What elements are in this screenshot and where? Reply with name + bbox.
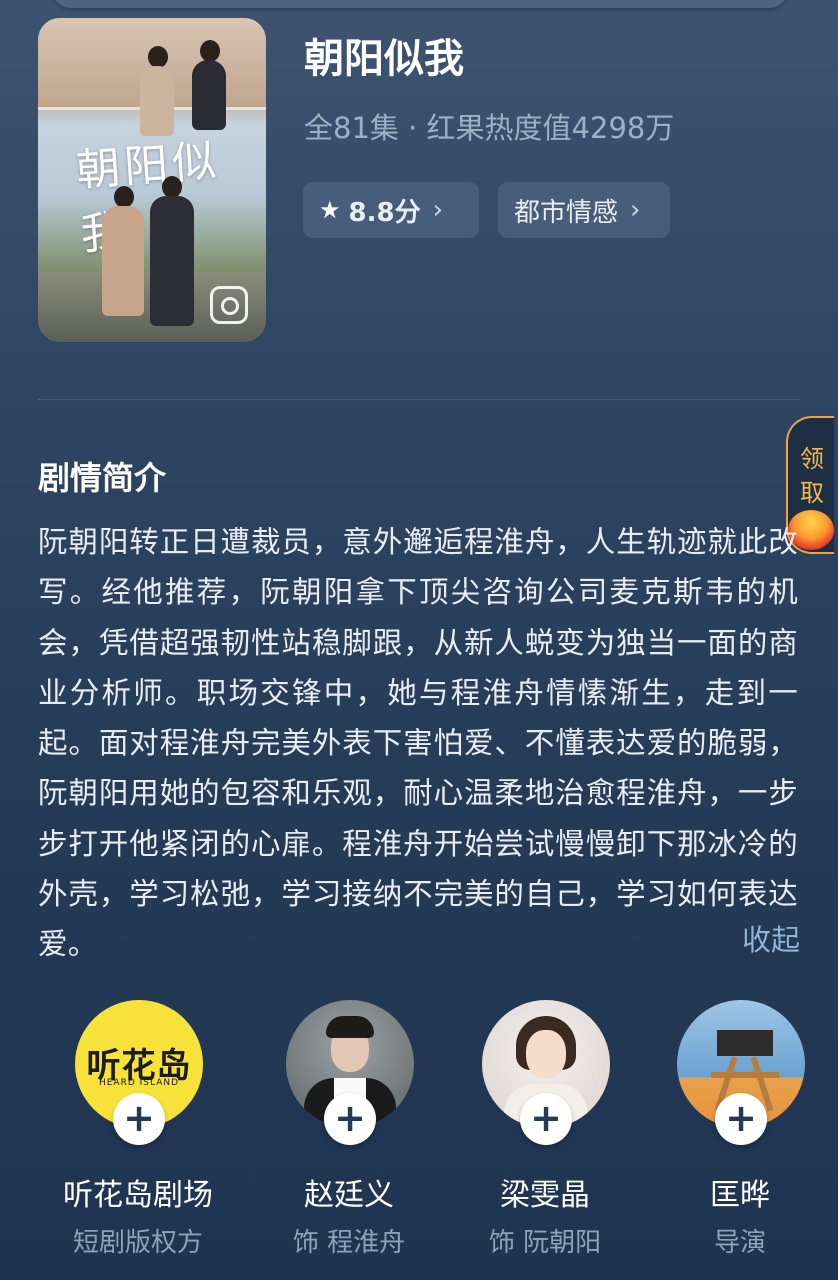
top-sheet-edge — [50, 0, 790, 8]
cast-role: 饰 程淮舟 — [292, 1228, 406, 1258]
plus-icon[interactable]: + — [715, 1093, 767, 1145]
poster-figure — [192, 60, 226, 130]
poster-figure — [102, 206, 144, 316]
genre-label: 都市情感 — [514, 197, 619, 228]
poster-figure-head — [148, 46, 168, 68]
synopsis-text: 阮朝阳转正日遭裁员，意外邂逅程淮舟，人生轨迹就此改写。经他推荐，阮朝阳拿下顶尖咨… — [38, 525, 798, 962]
cast-role: 导演 — [713, 1228, 766, 1258]
drama-meta: 全81集 · 红果热度值4298万 — [304, 111, 675, 145]
rating-chip[interactable]: ★ 8.8分 › — [303, 182, 479, 238]
plus-icon[interactable]: + — [324, 1093, 376, 1145]
poster-figure-head — [200, 40, 220, 62]
chevron-right-icon: › — [630, 195, 641, 225]
avatar-figure — [326, 1016, 374, 1038]
director-chair-art — [717, 1030, 773, 1056]
cast-list: 听花岛 HEARD ISLAND + 听花岛剧场 短剧版权方 + 赵廷义 饰 程… — [0, 1000, 838, 1280]
cast-name: 梁雯晶 — [500, 1178, 590, 1213]
poster-figure-head — [162, 176, 182, 198]
poster-figure — [150, 196, 194, 326]
drama-poster[interactable]: 朝阳似我 — [38, 18, 266, 342]
cast-name: 赵廷义 — [304, 1178, 394, 1213]
plus-icon[interactable]: + — [113, 1093, 165, 1145]
cast-name: 听花岛剧场 — [63, 1178, 213, 1213]
poster-figure — [140, 66, 174, 136]
plus-icon[interactable]: + — [520, 1093, 572, 1145]
cast-name: 匡晔 — [710, 1178, 770, 1213]
collapse-link[interactable]: 收起 — [742, 917, 800, 959]
cast-role: 饰 阮朝阳 — [488, 1228, 602, 1258]
avatar-figure — [526, 1030, 566, 1078]
rating-value: 8.8分 — [348, 197, 421, 228]
genre-chip[interactable]: 都市情感 › — [498, 182, 670, 238]
section-divider — [38, 399, 800, 400]
director-chair-art — [711, 1072, 779, 1078]
save-image-icon[interactable] — [210, 286, 248, 324]
synopsis-heading: 剧情简介 — [38, 459, 167, 497]
cast-role: 短剧版权方 — [72, 1228, 203, 1258]
star-icon: ★ — [319, 196, 341, 224]
reward-label: 领 取 — [800, 445, 824, 507]
drama-title: 朝阳似我 — [304, 36, 464, 82]
chevron-right-icon: › — [432, 195, 443, 225]
poster-figure-head — [114, 186, 134, 208]
